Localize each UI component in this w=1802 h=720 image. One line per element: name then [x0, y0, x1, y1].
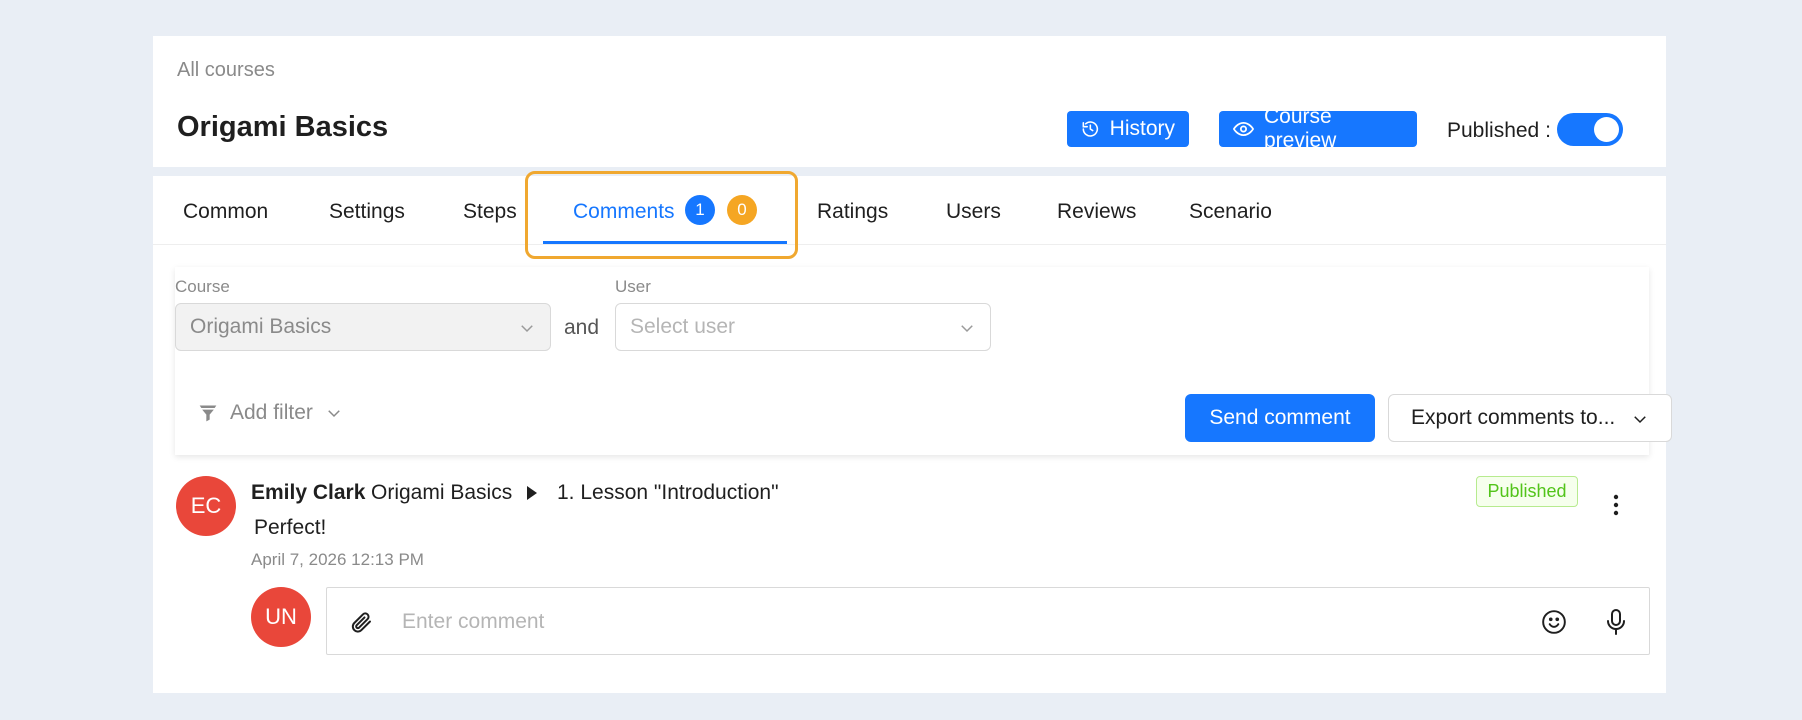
- tab-users[interactable]: Users: [946, 200, 1001, 224]
- eye-icon: [1233, 122, 1254, 136]
- emoji-icon[interactable]: [1541, 609, 1567, 635]
- chevron-down-icon: [1634, 416, 1646, 424]
- published-label: Published :: [1447, 119, 1551, 142]
- tab-common[interactable]: Common: [183, 200, 268, 224]
- tab-bar: Common Settings Steps Comments 1 0 Ratin…: [153, 171, 1666, 259]
- filter-icon: [199, 405, 217, 422]
- comment-input[interactable]: [402, 606, 1502, 638]
- caret-right-icon: [527, 486, 537, 500]
- tab-settings[interactable]: Settings: [329, 200, 405, 224]
- send-comment-button[interactable]: Send comment: [1185, 394, 1375, 442]
- comment-timestamp: April 7, 2026 12:13 PM: [251, 550, 424, 569]
- course-preview-label: Course preview: [1263, 105, 1337, 152]
- history-button[interactable]: History: [1067, 111, 1189, 147]
- main-card: Common Settings Steps Comments 1 0 Ratin…: [153, 171, 1672, 693]
- published-toggle[interactable]: [1557, 113, 1623, 146]
- export-label: Export comments to...: [1411, 406, 1616, 429]
- comment-author[interactable]: Emily Clark: [251, 481, 365, 505]
- page-title: Origami Basics: [177, 111, 389, 143]
- add-filter-label: Add filter: [230, 401, 313, 424]
- course-select-value: Origami Basics: [190, 315, 332, 338]
- current-user-avatar: UN: [251, 587, 311, 647]
- user-field-label: User: [615, 277, 651, 296]
- more-vertical-icon[interactable]: [1613, 494, 1619, 516]
- chevron-down-icon: [521, 325, 533, 333]
- avatar: EC: [176, 476, 236, 536]
- tab-reviews[interactable]: Reviews: [1057, 200, 1136, 224]
- tab-steps[interactable]: Steps: [463, 200, 517, 224]
- paperclip-icon[interactable]: [349, 610, 373, 634]
- toggle-knob: [1594, 117, 1619, 142]
- breadcrumb[interactable]: All courses: [177, 59, 275, 82]
- history-icon: [1082, 121, 1099, 137]
- comment-course[interactable]: Origami Basics: [371, 481, 512, 505]
- chevron-down-icon: [961, 325, 973, 333]
- user-select[interactable]: Select user: [615, 303, 991, 351]
- export-comments-dropdown[interactable]: Export comments to...: [1388, 394, 1672, 442]
- chevron-down-icon: [328, 410, 340, 418]
- and-connector: and: [564, 316, 600, 339]
- reply-box: [326, 587, 1650, 655]
- course-preview-button[interactable]: Course preview: [1219, 105, 1417, 152]
- course-select[interactable]: Origami Basics: [175, 303, 551, 351]
- comments-tab-highlight: [525, 171, 798, 259]
- course-field-label: Course: [175, 277, 230, 296]
- microphone-icon[interactable]: [1605, 608, 1627, 636]
- course-header-card: All courses Origami Basics History Cours…: [153, 36, 1666, 167]
- comment-text: Perfect!: [254, 516, 327, 539]
- add-filter-button[interactable]: Add filter: [198, 401, 343, 425]
- user-select-placeholder: Select user: [630, 315, 736, 338]
- comment-lesson[interactable]: 1. Lesson "Introduction": [557, 481, 779, 505]
- tab-scenario[interactable]: Scenario: [1189, 200, 1272, 224]
- filter-panel: Course Origami Basics and User Select us…: [175, 267, 1672, 455]
- status-badge: Published: [1476, 476, 1578, 507]
- history-label: History: [1109, 117, 1175, 140]
- tab-ratings[interactable]: Ratings: [817, 200, 888, 224]
